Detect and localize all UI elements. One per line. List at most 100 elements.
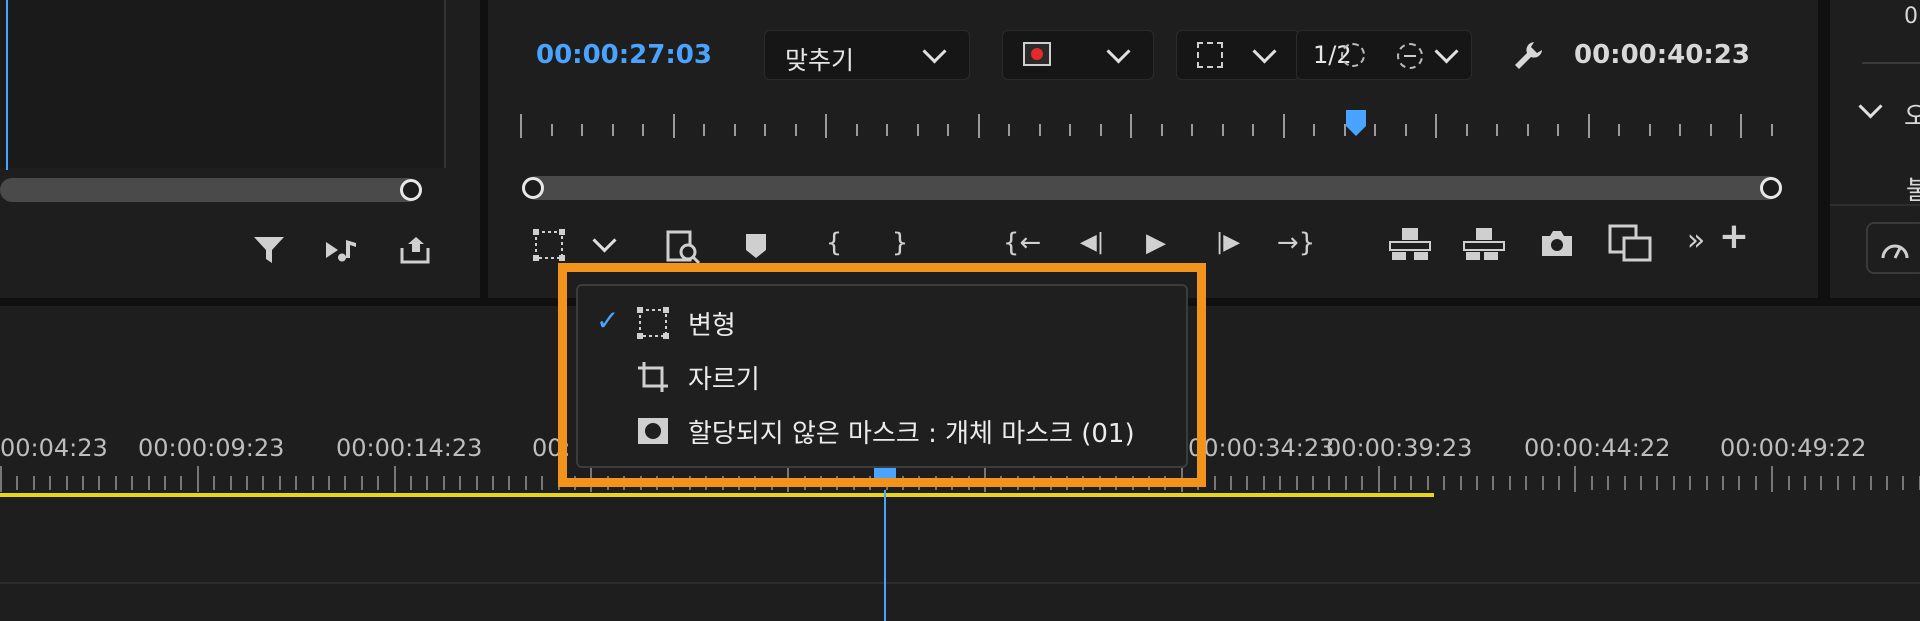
record-mode-dropdown[interactable] [1002, 30, 1154, 80]
ruler-tick [1738, 476, 1741, 490]
ruler-tick [1295, 476, 1298, 490]
ruler-tick [1525, 476, 1528, 490]
lift-icon[interactable] [1388, 226, 1432, 266]
record-icon [1023, 42, 1051, 66]
extract-icon[interactable] [1462, 226, 1506, 266]
ruler-tick [1508, 476, 1511, 490]
ruler-tick [360, 476, 363, 490]
ruler-tick [1640, 476, 1642, 490]
ruler-tick [1618, 124, 1620, 136]
ruler-tick [1361, 476, 1364, 490]
ruler-tick [114, 476, 117, 490]
current-timecode[interactable]: 00:00:27:03 [536, 40, 712, 70]
ruler-tick [426, 476, 429, 490]
ruler-tick [393, 466, 396, 492]
ruler-tick [1754, 476, 1757, 490]
speed-gauge-button[interactable] [1866, 222, 1920, 274]
ruler-tick [1771, 466, 1774, 492]
zoom-level-dropdown[interactable]: 맞추기 [764, 30, 970, 80]
ruler-tick [98, 476, 101, 490]
ruler-tick [1574, 466, 1577, 492]
chevron-down-icon [1106, 39, 1131, 64]
add-marker-icon[interactable] [744, 232, 768, 264]
play-icon[interactable]: ▶ [1136, 228, 1176, 258]
ruler-tick [1282, 114, 1285, 138]
ruler-tick [1705, 476, 1708, 490]
ruler-tick [672, 114, 675, 138]
ruler-tick [1252, 124, 1254, 136]
ruler-tick [541, 476, 544, 490]
mark-out-icon[interactable]: } [880, 228, 920, 258]
ruler-tick [1607, 476, 1610, 490]
ruler-tick [196, 466, 199, 492]
ruler-tick [475, 476, 478, 490]
filter-icon[interactable] [252, 234, 286, 270]
work-area-bar[interactable] [0, 493, 1434, 497]
mark-in-icon[interactable]: { [814, 228, 854, 258]
export-frame-camera-icon[interactable] [1540, 228, 1574, 262]
safe-margins-dropdown[interactable] [1176, 30, 1300, 80]
ruler-tick [1672, 476, 1675, 490]
ruler-tick [764, 124, 766, 136]
zoom-level-value: 맞추기 [785, 46, 855, 75]
ruler-tick [1191, 124, 1193, 136]
ruler-tick [1230, 476, 1232, 490]
playback-resolution-dropdown[interactable]: 1/2 [1296, 30, 1472, 80]
ruler-tick [32, 476, 35, 490]
source-zoom-scrollbar[interactable] [0, 178, 420, 202]
step-back-icon[interactable]: ◀| [1068, 228, 1116, 258]
settings-wrench-icon[interactable] [1512, 40, 1544, 76]
monitor-time-ruler[interactable] [520, 112, 1780, 140]
monitor-playhead[interactable] [1344, 108, 1368, 142]
source-monitor-panel [0, 0, 480, 298]
timeline-ruler-label: 00:00:49:22 [1720, 434, 1867, 462]
ruler-tick [1410, 476, 1413, 490]
add-button-icon[interactable]: + [1714, 219, 1754, 255]
monitor-zoom-handle-right[interactable] [1760, 177, 1782, 199]
ruler-tick [1038, 124, 1041, 136]
ruler-tick [49, 476, 52, 490]
ruler-tick [131, 476, 134, 490]
ruler-tick [1679, 124, 1681, 136]
timeline-ruler-label: 00:00:44:22 [1524, 434, 1671, 462]
ruler-tick [1221, 124, 1224, 136]
ruler-tick [311, 476, 314, 490]
ruler-tick [65, 476, 68, 490]
ruler-tick [442, 476, 445, 490]
chevron-down-icon[interactable] [1858, 94, 1883, 119]
source-playhead-line [6, 0, 8, 170]
effect-controls-panel: 0 오 불 [1830, 0, 1920, 298]
ruler-tick [1394, 476, 1396, 490]
ruler-tick [1377, 466, 1380, 492]
ruler-tick [1344, 476, 1347, 490]
highlight-box [558, 263, 1206, 487]
transform-tool-icon[interactable] [532, 228, 566, 266]
more-controls-icon[interactable]: » [1676, 226, 1716, 256]
ruler-tick [410, 476, 412, 490]
go-to-in-icon[interactable]: {← [994, 228, 1050, 258]
ruler-tick [1492, 476, 1495, 490]
insert-audio-icon[interactable] [324, 234, 362, 270]
ruler-tick [524, 476, 527, 490]
ruler-tick [1526, 124, 1529, 136]
ruler-tick [344, 476, 347, 490]
source-zoom-handle[interactable] [400, 179, 422, 201]
timeline-ruler-label: 00:00:39:23 [1326, 434, 1473, 462]
go-to-out-icon[interactable]: →} [1268, 228, 1324, 258]
comparison-view-film-icon[interactable] [1608, 224, 1652, 266]
ruler-tick [1435, 114, 1437, 138]
ruler-tick [1496, 124, 1498, 136]
timeline-ruler-label: 00:04:23 [0, 434, 108, 462]
chevron-down-icon[interactable] [592, 228, 617, 253]
step-forward-icon[interactable]: |▶ [1204, 228, 1252, 258]
ruler-tick [1787, 476, 1790, 490]
timeline-track-separator [0, 582, 1920, 584]
ruler-tick [82, 476, 84, 490]
monitor-zoom-handle-left[interactable] [522, 177, 544, 199]
monitor-zoom-scrollbar[interactable] [524, 176, 1780, 200]
ruler-tick [1262, 476, 1265, 490]
export-icon[interactable] [398, 234, 432, 270]
ruler-tick [1246, 476, 1249, 490]
ruler-tick [855, 124, 858, 136]
ruler-tick [825, 114, 827, 138]
